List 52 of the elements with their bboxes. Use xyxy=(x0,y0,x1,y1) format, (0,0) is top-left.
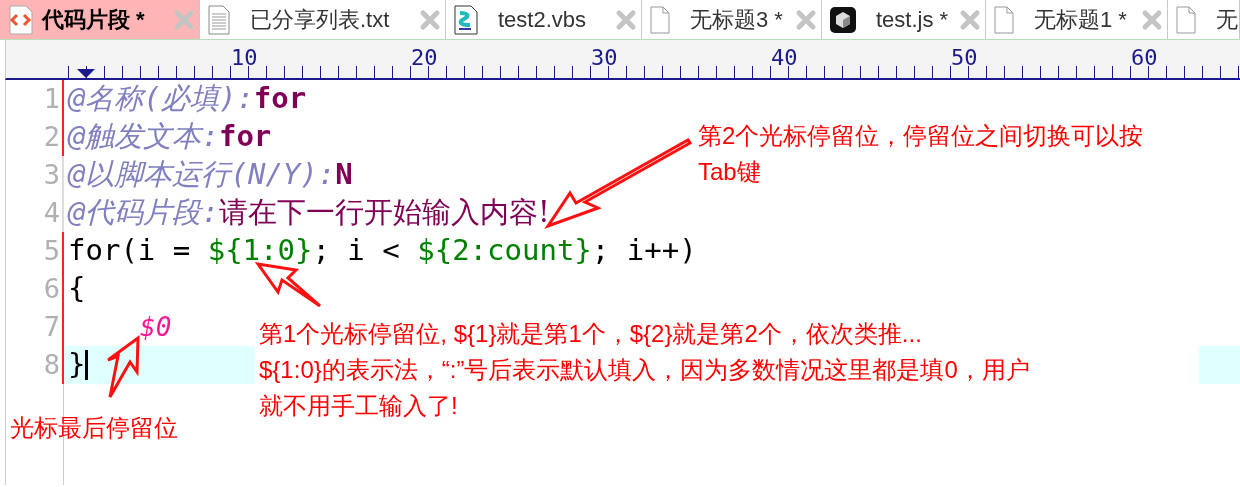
blank-file-icon xyxy=(650,5,670,34)
ruler-number: 60 xyxy=(1131,47,1158,69)
text-file-icon xyxy=(208,4,230,35)
code-text: for(i = xyxy=(68,232,192,270)
code-text: { xyxy=(68,270,86,308)
annotation-text: Tab键 xyxy=(698,157,762,187)
close-icon[interactable] xyxy=(795,8,817,31)
ruler-number: 20 xyxy=(411,47,438,69)
line-number: 1 xyxy=(6,80,64,118)
annotation-text: 光标最后停留位 xyxy=(10,413,178,443)
line-number: 7 xyxy=(6,308,64,346)
text-caret xyxy=(85,350,89,380)
code-text: for xyxy=(218,118,272,156)
line-number: 5 xyxy=(6,232,64,270)
code-text: @触发文本: xyxy=(68,118,219,156)
code-file-icon xyxy=(8,4,34,35)
code-text: for xyxy=(253,80,307,118)
code-text: @以脚本运行(N/Y): xyxy=(68,156,336,194)
indent-marker-icon[interactable] xyxy=(77,69,95,78)
close-icon[interactable] xyxy=(615,8,637,31)
line-number: 6 xyxy=(6,270,64,308)
code-text: N xyxy=(335,156,353,194)
code-text: ; i < xyxy=(312,232,401,270)
code-text: ${2:count} xyxy=(417,232,592,270)
annotation-text: 第2个光标停留位，停留位之间切换可以按 xyxy=(698,121,1144,151)
line-number: 4 xyxy=(6,194,64,232)
code-text: ; i++) xyxy=(591,232,697,270)
code-text: ${1:0} xyxy=(207,232,313,270)
annotation-text: 就不用手工输入了! xyxy=(259,391,459,421)
code-text: $0 xyxy=(140,310,172,344)
ruler-number: 40 xyxy=(771,47,798,69)
line-number: 3 xyxy=(6,156,64,194)
code-text: } xyxy=(68,346,86,384)
annotation-text: 第1个光标停留位, ${1}就是第1个，${2}就是第2个，依次类推... xyxy=(259,319,923,349)
file-tab[interactable]: 代码片段 * xyxy=(0,0,200,39)
cube-app-icon xyxy=(830,6,856,33)
script-file-icon xyxy=(454,4,478,35)
code-text: @名称(必填): xyxy=(68,80,254,118)
code-text: 请在下一行开始输入内容! xyxy=(218,194,550,232)
close-icon[interactable] xyxy=(1141,8,1163,31)
ruler-number: 50 xyxy=(951,47,978,69)
callout-arrow xyxy=(106,334,140,399)
line-number: 2 xyxy=(6,118,64,156)
blank-file-icon xyxy=(994,5,1014,34)
blank-file-icon xyxy=(1176,5,1196,34)
close-icon[interactable] xyxy=(173,8,195,31)
annotation-text: ${1:0}的表示法，“:”号后表示默认填入，因为多数情况这里都是填0，用户 xyxy=(259,355,1031,385)
code-text: @代码片段: xyxy=(68,194,219,232)
ruler-number: 10 xyxy=(231,47,258,69)
close-icon[interactable] xyxy=(959,8,981,31)
ruler-number: 30 xyxy=(591,47,618,69)
close-icon[interactable] xyxy=(419,8,441,31)
